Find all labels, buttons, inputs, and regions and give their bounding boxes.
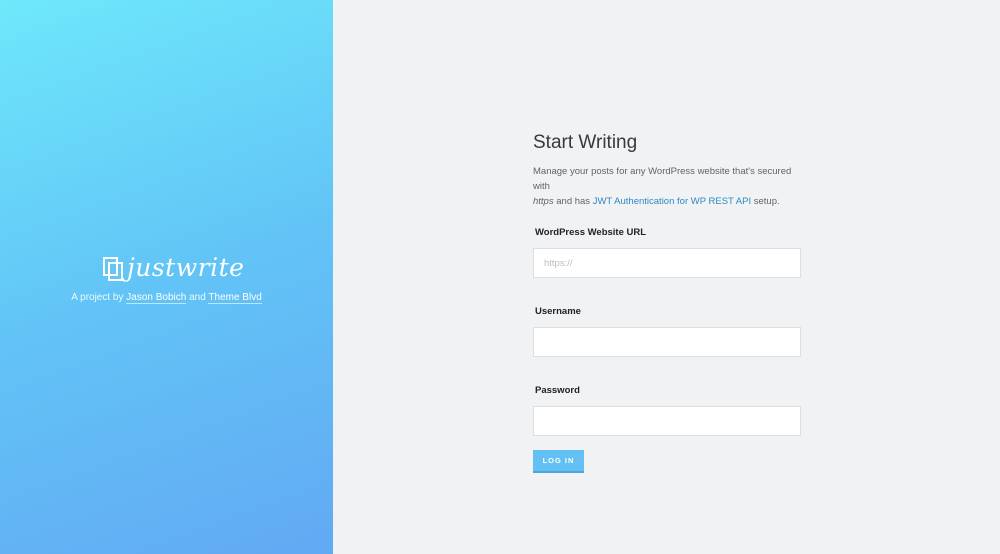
logo: justwrite — [103, 254, 244, 283]
credit-line: A project by Jason Bobich and Theme Blvd — [0, 292, 333, 304]
login-form: Start Writing Manage your posts for any … — [533, 132, 801, 473]
password-label: Password — [535, 385, 580, 396]
brand-panel: justwrite A project by Jason Bobich and … — [0, 0, 333, 554]
company-link[interactable]: Theme Blvd — [208, 292, 262, 304]
username-input[interactable] — [533, 327, 801, 357]
credit-prefix: A project by — [71, 292, 124, 303]
credit-and: and — [189, 292, 206, 303]
jwt-plugin-link[interactable]: JWT Authentication for WP REST API — [593, 196, 751, 207]
desc-text-2: and has — [556, 196, 591, 207]
password-input[interactable] — [533, 406, 801, 436]
logo-text: justwrite — [127, 253, 245, 282]
desc-https: https — [533, 196, 554, 207]
login-button[interactable]: LOG IN — [533, 450, 584, 473]
desc-text-1: Manage your posts for any WordPress webs… — [533, 166, 792, 192]
username-label: Username — [535, 306, 581, 317]
author-link[interactable]: Jason Bobich — [126, 292, 187, 304]
login-panel: Start Writing Manage your posts for any … — [333, 0, 1000, 554]
desc-text-3: setup. — [753, 196, 780, 207]
form-description: Manage your posts for any WordPress webs… — [533, 164, 801, 209]
url-label: WordPress Website URL — [535, 227, 647, 238]
page-title: Start Writing — [533, 132, 638, 153]
url-input[interactable] — [533, 248, 801, 278]
pages-icon — [103, 257, 123, 281]
